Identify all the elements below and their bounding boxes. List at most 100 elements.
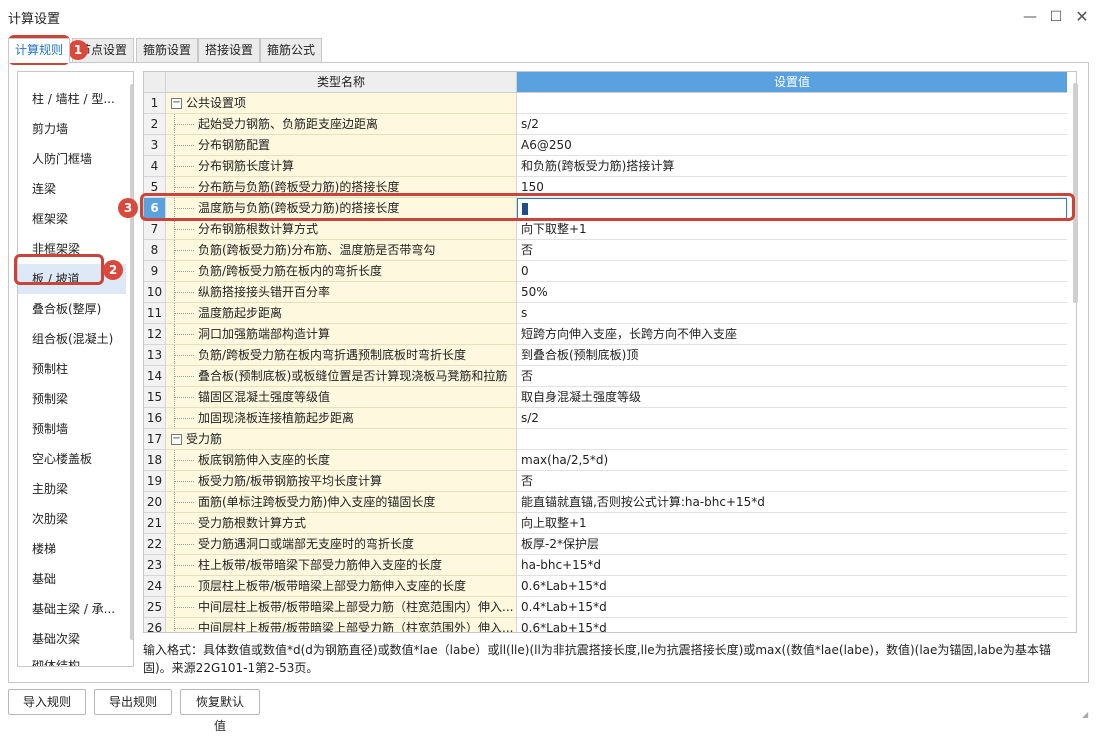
tree-line: [174, 397, 194, 398]
restore-defaults-button[interactable]: 恢复默认值: [180, 689, 260, 733]
setting-value[interactable]: 0.6*Lab+15*d: [517, 576, 1067, 597]
table-row[interactable]: 3 分布钢筋配置 A6@250: [144, 135, 1067, 156]
table-row[interactable]: 9 负筋/跨板受力筋在板内的弯折长度 0: [144, 261, 1067, 282]
category-item[interactable]: 基础次梁: [18, 624, 126, 654]
category-item[interactable]: 人防门框墙: [18, 144, 126, 174]
setting-value[interactable]: 否: [517, 471, 1067, 492]
setting-value[interactable]: [517, 93, 1067, 114]
category-item[interactable]: 柱 / 墙柱 / 型...: [18, 84, 126, 114]
row-number: 4: [144, 156, 166, 177]
table-row[interactable]: 20 面筋(单标注跨板受力筋)伸入支座的锚固长度 能直锚就直锚,否则按公式计算:ha…: [144, 492, 1067, 513]
setting-value[interactable]: [517, 429, 1067, 450]
category-list[interactable]: 柱 / 墙柱 / 型... 剪力墙 人防门框墙 连梁 框架梁 非框架梁 板 / …: [17, 71, 134, 667]
setting-value[interactable]: max(ha/2,5*d): [517, 450, 1067, 471]
setting-value[interactable]: 到叠合板(预制底板)顶: [517, 345, 1067, 366]
row-name-text: 受力筋根数计算方式: [198, 516, 307, 530]
setting-value[interactable]: 0.6*Lab+15*d: [517, 618, 1067, 632]
table-row[interactable]: 13 负筋/跨板受力筋在板内弯折遇预制底板时弯折长度 到叠合板(预制底板)顶: [144, 345, 1067, 366]
setting-value[interactable]: 0: [517, 261, 1067, 282]
tab-stirrup-settings[interactable]: 箍筋设置: [136, 38, 199, 62]
table-row[interactable]: 25 中间层柱上板带/板带暗梁上部受力筋（柱宽范围内）伸入... 0.4*Lab+1…: [144, 597, 1067, 618]
table-row[interactable]: 26 中间层柱上板带/板带暗梁上部受力筋（柱宽范围外）伸入... 0.6*Lab+1…: [144, 618, 1067, 632]
table-row[interactable]: 22 受力筋遇洞口或端部无支座时的弯折长度 板厚-2*保护层: [144, 534, 1067, 555]
setting-value[interactable]: 取自身混凝土强度等级: [517, 387, 1067, 408]
setting-value[interactable]: 向上取整+1: [517, 513, 1067, 534]
maximize-icon[interactable]: ☐: [1044, 6, 1068, 28]
category-item[interactable]: 叠合板(整厚): [18, 294, 126, 324]
category-item[interactable]: 预制墙: [18, 414, 126, 444]
setting-value[interactable]: 和负筋(跨板受力筋)搭接计算: [517, 156, 1067, 177]
setting-value[interactable]: 0.4*Lab+15*d: [517, 597, 1067, 618]
setting-value[interactable]: 否: [517, 366, 1067, 387]
table-row[interactable]: 12 洞口加强筋端部构造计算 短跨方向伸入支座，长跨方向不伸入支座: [144, 324, 1067, 345]
category-item[interactable]: 框架梁: [18, 204, 126, 234]
resize-grip-icon[interactable]: ◢: [1082, 710, 1092, 720]
tree-line: [174, 187, 194, 188]
category-item[interactable]: 预制梁: [18, 384, 126, 414]
left-vertical-scrollbar[interactable]: [130, 84, 133, 640]
table-row[interactable]: 19 板受力筋/板带钢筋按平均长度计算 否: [144, 471, 1067, 492]
table-row[interactable]: 7 分布钢筋根数计算方式 向下取整+1: [144, 219, 1067, 240]
collapse-icon[interactable]: −: [171, 98, 182, 109]
tab-calc-rules[interactable]: 计算规则: [8, 38, 71, 63]
setting-value[interactable]: s/2: [517, 114, 1067, 135]
category-item[interactable]: 连梁: [18, 174, 126, 204]
table-row[interactable]: 5 分布筋与负筋(跨板受力筋)的搭接长度 150: [144, 177, 1067, 198]
category-item[interactable]: 主肋梁: [18, 474, 126, 504]
setting-value[interactable]: ha-bhc+15*d: [517, 555, 1067, 576]
setting-value[interactable]: 否: [517, 240, 1067, 261]
table-row[interactable]: 11 温度筋起步距离 s: [144, 303, 1067, 324]
category-item[interactable]: 砌体结构: [18, 654, 126, 666]
category-item[interactable]: 剪力墙: [18, 114, 126, 144]
close-icon[interactable]: ✕: [1070, 6, 1094, 28]
import-rules-button[interactable]: 导入规则: [8, 689, 86, 715]
category-item[interactable]: 组合板(混凝土): [18, 324, 126, 354]
category-item[interactable]: 楼梯: [18, 534, 126, 564]
table-row[interactable]: 15 锚固区混凝土强度等级值 取自身混凝土强度等级: [144, 387, 1067, 408]
table-row[interactable]: 8 负筋(跨板受力筋)分布筋、温度筋是否带弯勾 否: [144, 240, 1067, 261]
setting-value[interactable]: 150: [517, 177, 1067, 198]
table-row[interactable]: 14 叠合板(预制底板)或板缝位置是否计算现浇板马凳筋和拉筋否: [144, 366, 1067, 387]
tree-line: [174, 145, 194, 146]
header-setting-value: 设置值: [517, 72, 1067, 93]
setting-value[interactable]: 短跨方向伸入支座，长跨方向不伸入支座: [517, 324, 1067, 345]
tree-line: [174, 334, 194, 335]
row-type-name: 负筋/跨板受力筋在板内的弯折长度: [166, 261, 517, 282]
grid-vertical-scrollbar[interactable]: [1073, 83, 1078, 303]
title-bar: 计算设置 — ☐ ✕: [0, 0, 1096, 34]
tree-line: [174, 418, 194, 419]
table-row[interactable]: 4 分布钢筋长度计算 和负筋(跨板受力筋)搭接计算: [144, 156, 1067, 177]
minimize-icon[interactable]: —: [1018, 6, 1042, 28]
table-row-selected[interactable]: 6 温度筋与负筋(跨板受力筋)的搭接长度: [144, 198, 1067, 219]
table-row[interactable]: 10 纵筋搭接接头错开百分率 50%: [144, 282, 1067, 303]
setting-value[interactable]: 板厚-2*保护层: [517, 534, 1067, 555]
table-row[interactable]: 2 起始受力钢筋、负筋距支座边距离 s/2: [144, 114, 1067, 135]
setting-value[interactable]: s/2: [517, 408, 1067, 429]
setting-value[interactable]: 能直锚就直锚,否则按公式计算:ha-bhc+15*d: [517, 492, 1067, 513]
setting-value[interactable]: s: [517, 303, 1067, 324]
row-type-name: 加固现浇板连接植筋起步距离: [166, 408, 517, 429]
grid-header-corner: [144, 72, 166, 93]
category-item[interactable]: 基础: [18, 564, 126, 594]
category-item[interactable]: 预制柱: [18, 354, 126, 384]
table-row[interactable]: 16 加固现浇板连接植筋起步距离 s/2: [144, 408, 1067, 429]
row-type-name: 板底钢筋伸入支座的长度: [166, 450, 517, 471]
setting-value[interactable]: 50%: [517, 282, 1067, 303]
setting-value-editor[interactable]: [517, 198, 1067, 219]
collapse-icon[interactable]: −: [171, 434, 182, 445]
setting-value[interactable]: A6@250: [517, 135, 1067, 156]
table-row[interactable]: 24 顶层柱上板带/板带暗梁上部受力筋伸入支座的长度 0.6*Lab+15*d: [144, 576, 1067, 597]
category-item[interactable]: 次肋梁: [18, 504, 126, 534]
table-row[interactable]: 21 受力筋根数计算方式 向上取整+1: [144, 513, 1067, 534]
table-row[interactable]: 23 柱上板带/板带暗梁下部受力筋伸入支座的长度 ha-bhc+15*d: [144, 555, 1067, 576]
group-row[interactable]: 17− 受力筋: [144, 429, 1067, 450]
row-name-text: 锚固区混凝土强度等级值: [198, 390, 331, 404]
category-item[interactable]: 基础主梁 / 承...: [18, 594, 126, 624]
group-row[interactable]: 1− 公共设置项: [144, 93, 1067, 114]
category-item[interactable]: 空心楼盖板: [18, 444, 126, 474]
setting-value[interactable]: 向下取整+1: [517, 219, 1067, 240]
table-row[interactable]: 18 板底钢筋伸入支座的长度 max(ha/2,5*d): [144, 450, 1067, 471]
export-rules-button[interactable]: 导出规则: [94, 689, 172, 715]
tab-stirrup-formula[interactable]: 箍筋公式: [260, 38, 323, 62]
tab-lap-settings[interactable]: 搭接设置: [198, 38, 261, 62]
